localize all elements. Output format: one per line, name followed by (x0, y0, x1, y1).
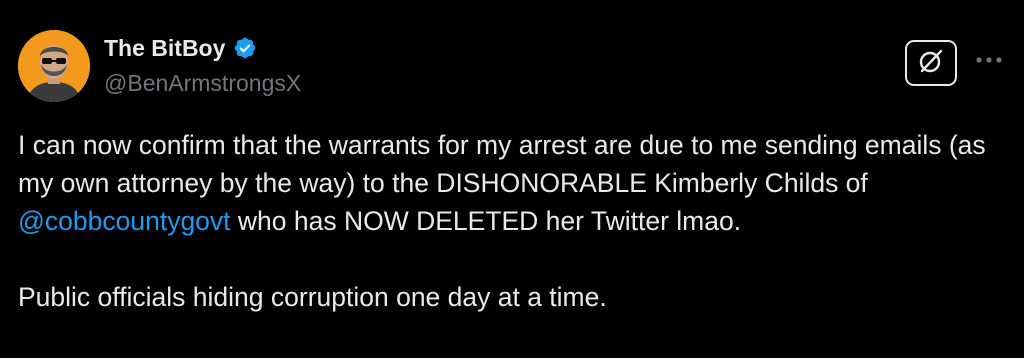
more-dots-icon (975, 51, 1003, 69)
more-options-button[interactable] (972, 48, 1006, 72)
tweet-card: The BitBoy @BenArmstrongsX I can now con… (0, 0, 1024, 358)
avatar-image (18, 30, 90, 102)
tweet-paragraph-1: I can now confirm that the warrants for … (18, 126, 1008, 240)
display-name[interactable]: The BitBoy (104, 33, 225, 63)
tweet-text: I can now confirm that the warrants for … (18, 126, 1008, 316)
verified-badge-icon (233, 36, 257, 60)
grok-icon (916, 46, 946, 81)
tweet-text-part-2: who has NOW DELETED her Twitter lmao. (230, 206, 742, 236)
user-handle[interactable]: @BenArmstrongsX (104, 69, 301, 97)
mention-link[interactable]: @cobbcountygovt (18, 206, 231, 236)
tweet-header: The BitBoy @BenArmstrongsX (104, 33, 301, 97)
tweet-paragraph-2: Public officials hiding corruption one d… (18, 282, 607, 312)
grok-button[interactable] (905, 40, 957, 86)
tweet-text-part-1: I can now confirm that the warrants for … (18, 130, 986, 198)
avatar[interactable] (18, 30, 90, 102)
name-row: The BitBoy (104, 33, 301, 63)
